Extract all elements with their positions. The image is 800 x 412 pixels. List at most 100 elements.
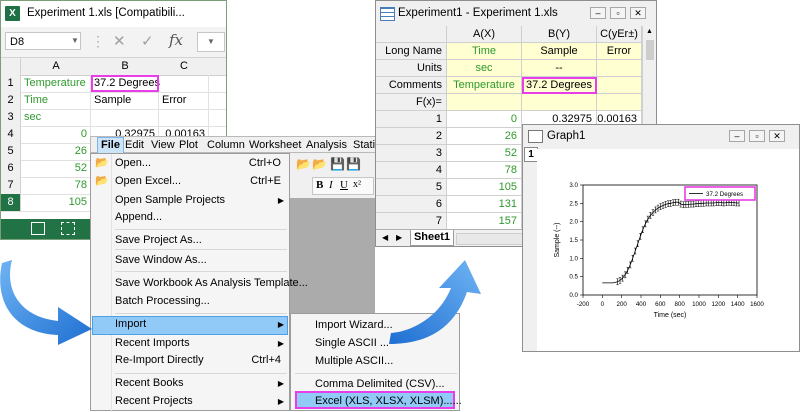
- graph-minimize-button[interactable]: –: [729, 130, 745, 142]
- select-all-corner[interactable]: [1, 58, 21, 75]
- cell-b[interactable]: Sample: [91, 92, 159, 109]
- file-menu-item[interactable]: Import: [115, 318, 146, 330]
- label-cell[interactable]: [597, 77, 642, 94]
- col-header-b[interactable]: B: [91, 60, 159, 72]
- data-cell[interactable]: 78: [447, 162, 522, 179]
- row-header[interactable]: 6: [1, 160, 21, 177]
- layer-tab[interactable]: 1: [524, 147, 538, 162]
- menu-plot[interactable]: Plot: [179, 139, 198, 151]
- row-header[interactable]: 1: [376, 111, 447, 128]
- underline-button[interactable]: U: [340, 179, 348, 191]
- file-menu-item[interactable]: Recent Projects: [115, 395, 193, 407]
- row-header[interactable]: 2: [376, 128, 447, 145]
- name-box[interactable]: D8: [5, 32, 81, 50]
- file-menu-item[interactable]: Append...: [115, 211, 162, 223]
- next-sheet-icon[interactable]: ▶: [396, 233, 402, 242]
- row-header[interactable]: 5: [376, 179, 447, 196]
- menu-file[interactable]: File: [97, 137, 124, 154]
- menu-worksheet[interactable]: Worksheet: [249, 139, 301, 151]
- column-header[interactable]: B(Y): [522, 26, 597, 43]
- save-template-icon[interactable]: 💾: [346, 157, 361, 171]
- chevron-down-icon[interactable]: ▼: [71, 36, 79, 45]
- col-header-a[interactable]: A: [21, 60, 91, 72]
- data-cell[interactable]: 52: [447, 145, 522, 162]
- col-header-c[interactable]: C: [159, 60, 209, 72]
- superscript-button[interactable]: x²: [353, 179, 361, 190]
- data-cell[interactable]: 0: [447, 111, 522, 128]
- italic-button[interactable]: I: [329, 179, 333, 191]
- label-cell[interactable]: [447, 94, 522, 111]
- row-header[interactable]: 6: [376, 196, 447, 213]
- row-header[interactable]: 3: [376, 145, 447, 162]
- row-header[interactable]: 5: [1, 143, 21, 160]
- file-menu-item[interactable]: Save Project As...: [115, 234, 202, 246]
- insert-function-icon[interactable]: fx: [169, 31, 183, 49]
- label-cell[interactable]: [597, 60, 642, 77]
- label-cell[interactable]: Sample: [522, 43, 597, 60]
- page-layout-icon[interactable]: [61, 222, 75, 235]
- file-menu-item[interactable]: Recent Imports: [115, 337, 190, 349]
- row-header[interactable]: 8: [1, 194, 21, 211]
- import-menu-item[interactable]: Single ASCII ...: [315, 337, 389, 349]
- cell-a[interactable]: Time: [21, 92, 91, 109]
- row-header[interactable]: 7: [1, 177, 21, 194]
- column-header[interactable]: A(X): [447, 26, 522, 43]
- cell-a[interactable]: 52: [21, 160, 91, 177]
- cell-a[interactable]: sec: [21, 109, 91, 126]
- sheet-tab[interactable]: Sheet1: [410, 230, 454, 246]
- cell-a[interactable]: 78: [21, 177, 91, 194]
- row-header[interactable]: 7: [376, 213, 447, 230]
- data-cell[interactable]: 105: [447, 179, 522, 196]
- label-cell[interactable]: [522, 94, 597, 111]
- cell-c[interactable]: Error: [159, 92, 209, 109]
- open-excel-icon[interactable]: 📂: [312, 157, 327, 171]
- label-cell[interactable]: --: [522, 60, 597, 77]
- import-menu-item[interactable]: Excel (XLS, XLSX, XLSM)......: [315, 395, 462, 407]
- cell-a[interactable]: Temperature: [21, 75, 91, 92]
- file-menu-item[interactable]: Open Sample Projects: [115, 194, 225, 206]
- open-folder-icon[interactable]: 📂: [296, 157, 311, 171]
- menu-column[interactable]: Column: [207, 139, 245, 151]
- file-menu-item[interactable]: Re-Import Directly: [115, 354, 204, 366]
- data-cell[interactable]: 26: [447, 128, 522, 145]
- file-menu-item[interactable]: Open Excel...: [115, 175, 181, 187]
- row-header[interactable]: 3: [1, 109, 21, 126]
- file-menu-item[interactable]: Recent Books: [115, 377, 183, 389]
- cell-b[interactable]: [91, 109, 159, 126]
- cell-c[interactable]: [159, 75, 209, 92]
- restore-button[interactable]: ▫: [610, 7, 626, 19]
- import-menu-item[interactable]: Comma Delimited (CSV)...: [315, 378, 445, 390]
- row-header[interactable]: 1: [1, 75, 21, 92]
- file-menu-item[interactable]: Save Workbook As Analysis Template...: [115, 277, 308, 289]
- save-icon[interactable]: 💾: [330, 157, 345, 171]
- column-header[interactable]: C(yEr±): [597, 26, 642, 43]
- cell-a[interactable]: 26: [21, 143, 91, 160]
- label-cell[interactable]: [597, 94, 642, 111]
- cell-c[interactable]: [159, 109, 209, 126]
- cell-a[interactable]: 105: [21, 194, 91, 211]
- close-button[interactable]: ✕: [630, 7, 646, 19]
- row-header[interactable]: 4: [376, 162, 447, 179]
- prev-sheet-icon[interactable]: ◀: [382, 233, 388, 242]
- file-menu-item[interactable]: Save Window As...: [115, 254, 207, 266]
- scroll-up-icon[interactable]: ▲: [646, 28, 653, 35]
- data-cell[interactable]: 157: [447, 213, 522, 230]
- import-menu-item[interactable]: Multiple ASCII...: [315, 355, 393, 367]
- bold-button[interactable]: B: [316, 179, 323, 191]
- file-menu-item[interactable]: Open...: [115, 157, 151, 169]
- cell-b[interactable]: 37.2 Degrees: [91, 75, 160, 92]
- label-cell[interactable]: Time: [447, 43, 522, 60]
- label-cell[interactable]: Temperature: [447, 77, 522, 94]
- formula-input[interactable]: ▼: [197, 32, 225, 52]
- data-cell[interactable]: 131: [447, 196, 522, 213]
- normal-view-icon[interactable]: [31, 222, 45, 235]
- scroll-thumb[interactable]: [646, 40, 654, 60]
- row-header[interactable]: 2: [1, 92, 21, 109]
- menu-edit[interactable]: Edit: [125, 139, 144, 151]
- graph-close-button[interactable]: ✕: [769, 130, 785, 142]
- minimize-button[interactable]: –: [590, 7, 606, 19]
- menu-view[interactable]: View: [151, 139, 175, 151]
- label-cell[interactable]: 37.2 Degrees: [522, 77, 597, 94]
- label-cell[interactable]: sec: [447, 60, 522, 77]
- cancel-icon[interactable]: ✕: [113, 32, 126, 50]
